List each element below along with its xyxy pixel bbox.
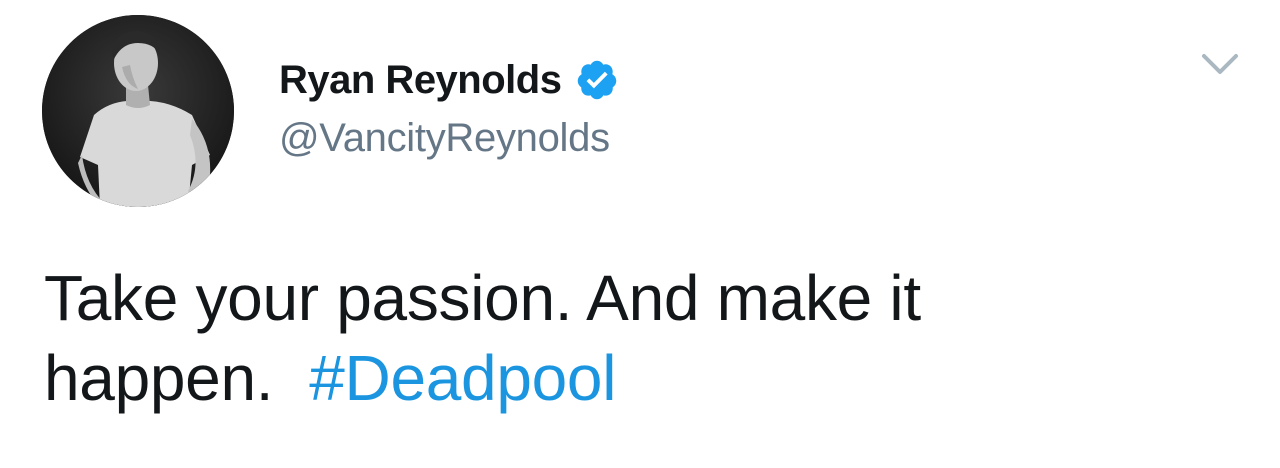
tweet-text-line-2: happen. #Deadpool bbox=[44, 338, 1204, 418]
tweet-card: Ryan Reynolds @VancityReynolds Take your… bbox=[0, 0, 1280, 468]
verified-badge-icon bbox=[575, 58, 619, 102]
tweet-text-line-2-text: happen. bbox=[44, 342, 274, 414]
chevron-down-icon[interactable] bbox=[1198, 48, 1242, 80]
author-handle[interactable]: @VancityReynolds bbox=[279, 116, 610, 161]
author-name-row: Ryan Reynolds bbox=[279, 52, 619, 108]
tweet-text: Take your passion. And make it happen. #D… bbox=[44, 258, 1204, 418]
author-display-name[interactable]: Ryan Reynolds bbox=[279, 58, 562, 103]
author-avatar[interactable] bbox=[42, 15, 234, 207]
profile-photo-icon bbox=[42, 15, 234, 207]
tweet-text-line-1: Take your passion. And make it bbox=[44, 262, 921, 334]
hashtag-link[interactable]: #Deadpool bbox=[309, 342, 616, 414]
